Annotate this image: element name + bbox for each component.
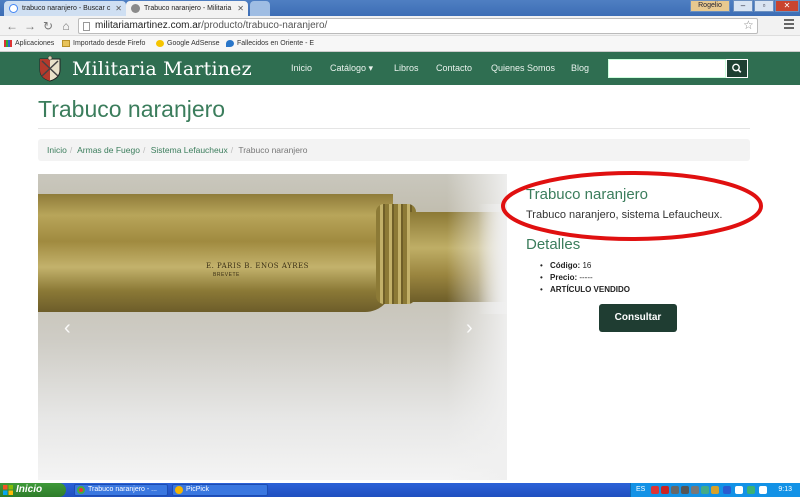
tray-app-icon[interactable] [759,486,767,494]
details-heading: Detalles [526,236,581,253]
search-icon [732,63,742,73]
address-bar[interactable]: militariamartinez.com.ar/producto/trabuc… [78,18,758,34]
new-tab-button[interactable] [250,1,270,16]
browser-tab-strip: trabuco naranjero - Buscar c ✕ Trabuco n… [0,0,800,16]
carousel-next-chevron-icon[interactable]: › [466,317,473,340]
site-favicon-icon [131,4,140,13]
adsense-icon [156,40,164,47]
reload-icon[interactable]: ↻ [40,18,56,34]
close-icon[interactable]: ✕ [237,1,244,16]
consultar-button[interactable]: Consultar [599,304,677,332]
tray-app-icon[interactable] [671,486,679,494]
detail-vendido: ARTÍCULO VENDIDO [540,284,630,296]
language-indicator[interactable]: ES [636,483,645,497]
barrel-image [38,194,393,312]
start-button[interactable]: Inicio [0,483,66,497]
url-domain: militariamartinez.com.ar [95,20,202,31]
bookmark-adsense[interactable]: Google AdSense [156,36,220,52]
window-user-button[interactable]: Rogelio [690,0,730,12]
nav-contacto[interactable]: Contacto [436,52,472,85]
logo-shield-icon[interactable] [38,56,62,82]
page-icon [83,22,90,31]
google-favicon-icon [9,4,18,13]
carousel-prev-chevron-icon[interactable]: ‹ [64,317,71,340]
breadcrumb-current: Trabuco naranjero [238,145,308,155]
taskbar-item-picpick[interactable]: PicPick [172,484,268,496]
red-highlight-ellipse [501,171,763,241]
nav-inicio[interactable]: Inicio [291,52,312,85]
browser-toolbar: ← → ↻ ⌂ militariamartinez.com.ar/product… [0,16,800,36]
breadcrumb: Inicio / Armas de Fuego / Sistema Lefauche… [38,139,750,161]
detail-codigo: Código: 16 [540,260,630,272]
minimize-icon[interactable]: – [733,0,753,12]
folder-icon [62,40,70,47]
tray-app-icon[interactable] [661,486,669,494]
apps-grid-icon [4,40,12,47]
close-icon[interactable]: ✕ [115,1,122,16]
shield-icon [226,40,234,47]
tray-app-icon[interactable] [651,486,659,494]
site-search-input[interactable] [608,59,726,78]
nav-catalogo[interactable]: Catálogo ▾ [330,52,373,85]
volume-icon[interactable] [747,486,755,494]
tab-label: Trabuco naranjero - Militaria [144,5,232,12]
tab-search[interactable]: trabuco naranjero - Buscar c ✕ [4,1,126,16]
tab-active-product[interactable]: Trabuco naranjero - Militaria ✕ [126,1,248,16]
close-window-icon[interactable]: ✕ [775,0,799,12]
bookmark-firefox-folder[interactable]: Importado desde Firefo [62,36,145,52]
os-taskbar: Inicio Trabuco naranjero - ... PicPick E… [0,483,800,497]
maximize-icon[interactable]: ▫ [754,0,774,12]
picpick-icon [175,486,183,494]
network-icon[interactable] [735,486,743,494]
tray-app-icon[interactable] [711,486,719,494]
url-path: /producto/trabuco-naranjero/ [201,20,328,31]
breadcrumb-armas-de-fuego[interactable]: Armas de Fuego [77,145,140,155]
bookmark-star-icon[interactable]: ☆ [743,18,754,32]
system-tray: ES 9:13 [630,483,800,497]
search-button[interactable] [726,59,748,78]
barrel-marking-text: E. PARIS B. ENOS AYRES [206,262,309,270]
bluetooth-icon[interactable] [723,486,731,494]
tray-app-icon[interactable] [691,486,699,494]
nav-quienes-somos[interactable]: Quienes Somos [491,52,555,85]
clock[interactable]: 9:13 [778,483,792,497]
bookmarks-bar: Aplicaciones Importado desde Firefo Goog… [0,36,800,52]
tray-app-icon[interactable] [681,486,689,494]
forward-icon[interactable]: → [22,18,38,34]
nav-blog[interactable]: Blog [571,52,589,85]
taskbar-item-chrome[interactable]: Trabuco naranjero - ... [74,484,168,496]
site-navbar: Militaria Martinez Inicio Catálogo ▾ Lib… [0,52,800,85]
tab-label: trabuco naranjero - Buscar c [22,5,111,12]
detail-precio: Precio: ----- [540,272,630,284]
page-title: Trabuco naranjero [38,96,226,122]
chrome-icon [77,486,85,494]
breadcrumb-sistema-lefaucheux[interactable]: Sistema Lefaucheux [151,145,228,155]
bookmark-apps[interactable]: Aplicaciones [4,36,54,52]
title-divider [38,128,750,129]
bookmark-fallecidos[interactable]: Fallecidos en Oriente - E [226,36,314,52]
back-icon[interactable]: ← [4,18,20,34]
site-logo-text[interactable]: Militaria Martinez [72,58,252,80]
home-icon[interactable]: ⌂ [58,18,74,34]
windows-logo-icon [3,485,13,495]
barrel-marking-subtext: BREVETE [213,272,240,278]
nav-libros[interactable]: Libros [394,52,419,85]
breadcrumb-inicio[interactable]: Inicio [47,145,67,155]
product-image-carousel[interactable]: E. PARIS B. ENOS AYRES BREVETE ‹ › [38,174,507,480]
details-list: Código: 16 Precio: ----- ARTÍCULO VENDID… [540,260,630,296]
menu-icon[interactable] [784,19,794,29]
tray-app-icon[interactable] [701,486,709,494]
